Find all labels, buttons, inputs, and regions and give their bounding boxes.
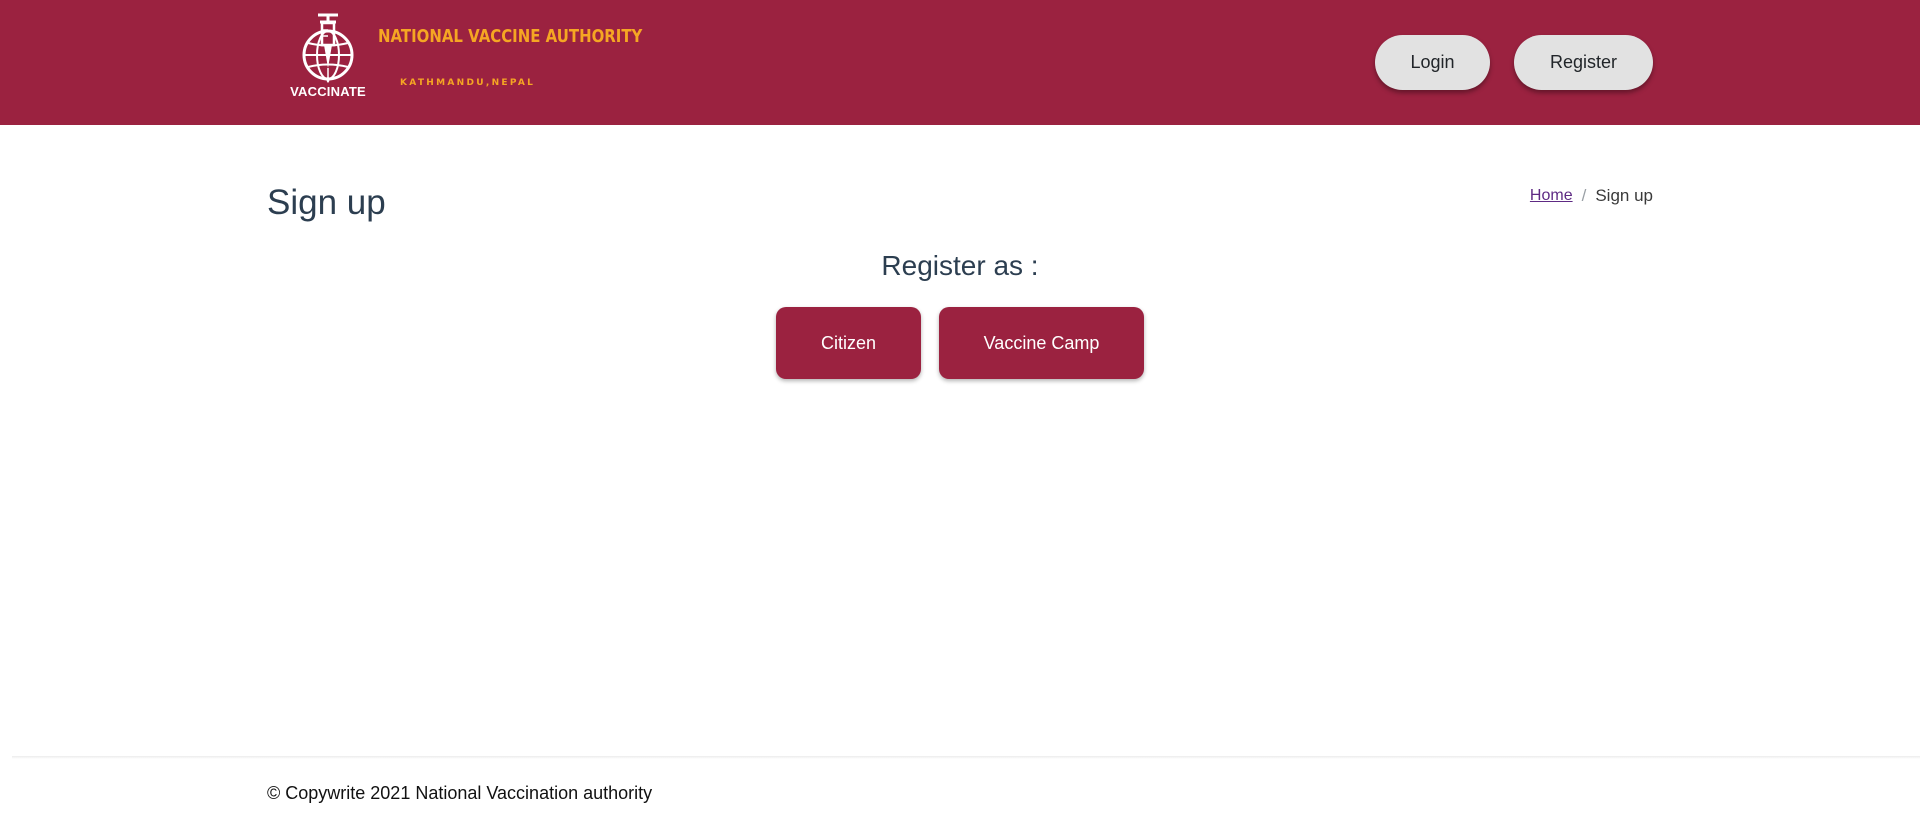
breadcrumb-separator: /: [1581, 186, 1587, 205]
vaccinate-logo[interactable]: VACCINATE: [288, 10, 368, 100]
login-button[interactable]: Login: [1375, 35, 1490, 90]
site-header: VACCINATE NATIONAL VACCINE AUTHORITY KAT…: [0, 0, 1920, 125]
register-button[interactable]: Register: [1514, 35, 1653, 90]
vaccine-camp-button[interactable]: Vaccine Camp: [939, 307, 1144, 379]
citizen-button[interactable]: Citizen: [776, 307, 921, 379]
footer-copyright: © Copywrite 2021 National Vaccination au…: [267, 783, 653, 803]
breadcrumb-home-link[interactable]: Home: [1530, 187, 1573, 205]
brand-title: NATIONAL VACCINE AUTHORITY: [378, 26, 643, 47]
logo-wordmark: VACCINATE: [290, 84, 366, 99]
breadcrumb-current: Sign up: [1595, 186, 1653, 205]
brand-subtitle: KATHMANDU,NEPAL: [400, 78, 536, 88]
vaccine-globe-syringe-icon: [302, 13, 354, 83]
page-title: Sign up: [267, 183, 386, 222]
breadcrumb: Home / Sign up: [1530, 186, 1653, 206]
footer-divider: [12, 756, 1920, 759]
register-as-heading: Register as :: [881, 250, 1039, 281]
